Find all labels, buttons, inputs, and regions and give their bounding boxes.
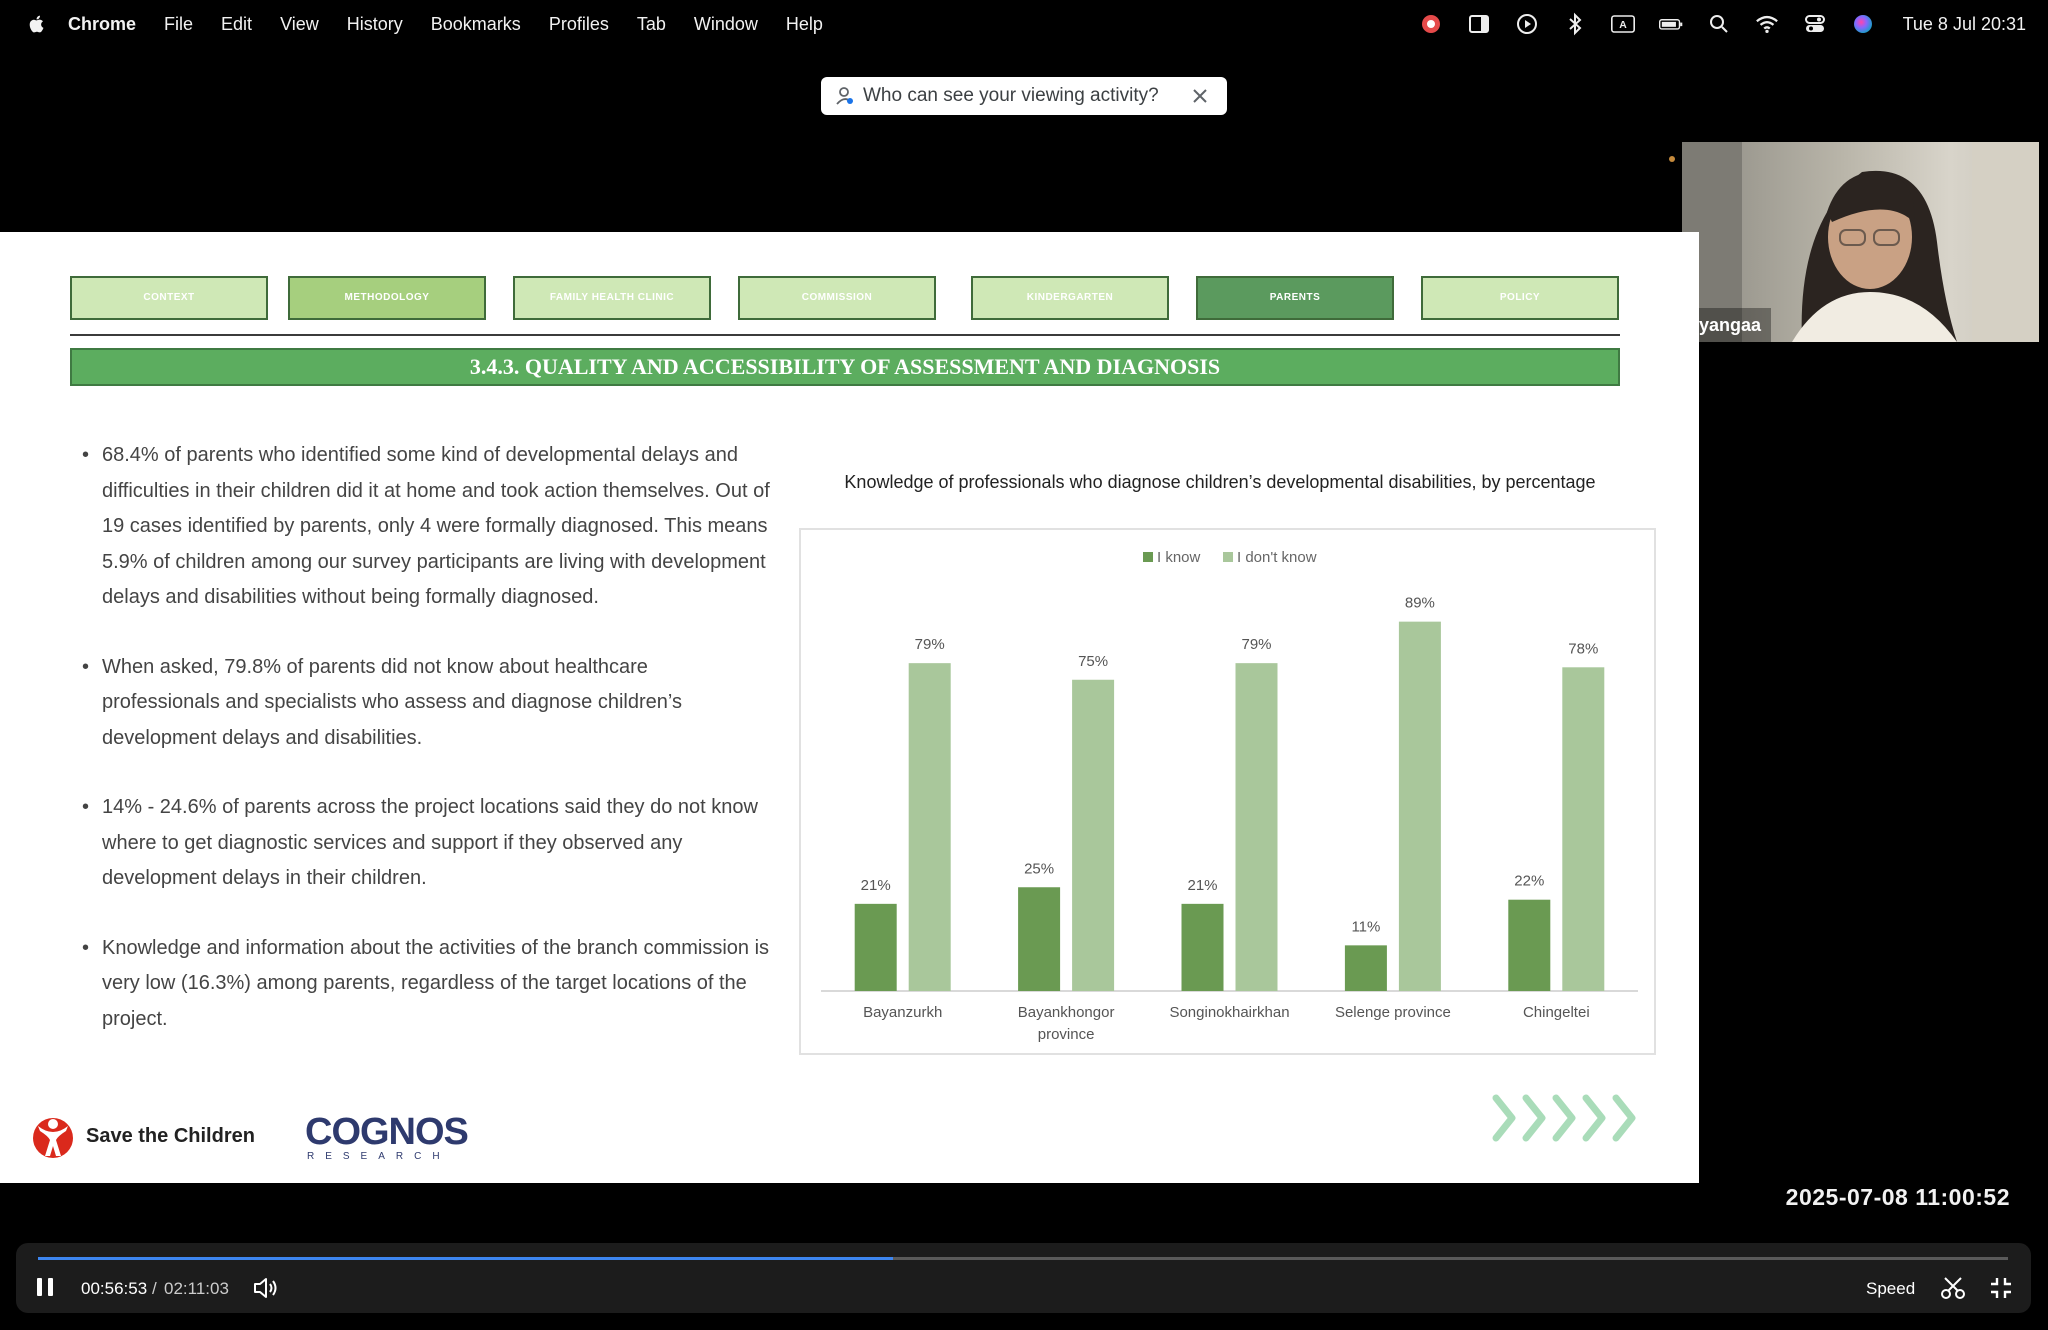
battery-icon[interactable] — [1658, 12, 1683, 36]
bullet-item: When asked, 79.8% of parents did not kno… — [80, 650, 770, 757]
input-source-icon[interactable]: A — [1610, 12, 1635, 36]
tab-methodology[interactable]: METHODOLOGY — [288, 276, 486, 320]
category-label: Bayanzurkh — [863, 1004, 942, 1021]
progress-bar[interactable] — [38, 1257, 2008, 1260]
tab-parents[interactable]: PARENTS — [1196, 276, 1394, 320]
menu-help[interactable]: Help — [786, 14, 823, 35]
cognos-wordmark: COGNOS — [305, 1111, 469, 1153]
slide-nav-tabs: CONTEXT METHODOLOGY FAMILY HEALTH CLINIC… — [0, 276, 1699, 322]
bar — [1398, 621, 1441, 991]
chart-area: I know I don't know 21% 79% Bayanzurkh 25% 75%… — [799, 528, 1656, 1055]
save-the-children-icon — [33, 1118, 73, 1158]
siri-icon[interactable] — [1851, 12, 1875, 36]
chart-title: Knowledge of professionals who diagnose … — [844, 472, 1596, 492]
chevrons-decoration — [1492, 1094, 1636, 1142]
bar — [1508, 899, 1551, 991]
legend-label: I don't know — [1237, 549, 1317, 566]
recording-timestamp: 2025-07-08 11:00:52 — [1785, 1184, 2010, 1210]
progress-fill — [38, 1257, 893, 1260]
close-icon[interactable] — [1191, 87, 1209, 105]
save-the-children-logo: Save the Children — [30, 1112, 255, 1160]
player-controls: 00:56:53 / 02:11:03 Speed — [16, 1243, 2031, 1313]
volume-icon[interactable] — [252, 1275, 280, 1301]
data-label: 25% — [1024, 860, 1054, 877]
section-title: 3.4.3. QUALITY AND ACCESSIBILITY OF ASSE… — [70, 348, 1620, 386]
tab-policy[interactable]: POLICY — [1421, 276, 1619, 320]
legend-label: I know — [1157, 549, 1201, 566]
total-time: 02:11:03 — [164, 1279, 229, 1298]
category-label: province — [1038, 1026, 1095, 1043]
bar — [1344, 945, 1387, 991]
control-center-icon[interactable] — [1803, 12, 1827, 36]
cognos-logo: COGNOS RESEARCH — [305, 1113, 470, 1163]
legend-swatch — [1223, 552, 1233, 562]
menu-tab[interactable]: Tab — [637, 14, 666, 35]
tab-context[interactable]: CONTEXT — [70, 276, 268, 320]
apple-menu-icon[interactable] — [26, 13, 48, 35]
person-icon — [836, 87, 853, 105]
bar — [1235, 663, 1278, 991]
pause-icon[interactable] — [32, 1274, 58, 1300]
data-label: 22% — [1514, 873, 1544, 890]
tab-kindergarten[interactable]: KINDERGARTEN — [971, 276, 1169, 320]
bar — [1562, 667, 1605, 991]
recording-dot — [1669, 156, 1675, 162]
status-area: A Tue 8 Jul 20:31 — [1419, 0, 2026, 48]
webcam-tile[interactable]: Uyangaa — [1682, 142, 2039, 342]
bullet-item: Knowledge and information about the acti… — [80, 931, 770, 1038]
bar — [1181, 903, 1224, 991]
cognos-subtitle: RESEARCH — [307, 1151, 451, 1162]
time-separator: / — [152, 1279, 157, 1298]
menu-bookmarks[interactable]: Bookmarks — [431, 14, 521, 35]
data-label: 79% — [1241, 636, 1271, 653]
category-label: Bayankhongor — [1018, 1004, 1115, 1021]
bullet-item: 68.4% of parents who identified some kin… — [80, 438, 770, 616]
clip-icon[interactable] — [1940, 1275, 1966, 1301]
privacy-notice[interactable]: Who can see your viewing activity? — [821, 77, 1227, 115]
speed-button[interactable]: Speed — [1866, 1279, 1915, 1299]
category-label: Chingeltei — [1523, 1004, 1590, 1021]
menu-file[interactable]: File — [164, 14, 193, 35]
privacy-notice-text[interactable]: Who can see your viewing activity? — [863, 85, 1159, 107]
menu-profiles[interactable]: Profiles — [549, 14, 609, 35]
presentation-slide: CONTEXT METHODOLOGY FAMILY HEALTH CLINIC… — [0, 232, 1699, 1183]
tab-commission[interactable]: COMMISSION — [738, 276, 936, 320]
data-label: 89% — [1405, 595, 1435, 612]
exit-fullscreen-icon[interactable] — [1988, 1275, 2014, 1301]
menu-view[interactable]: View — [280, 14, 319, 35]
data-label: 75% — [1078, 653, 1108, 670]
data-label: 21% — [861, 877, 891, 894]
menu-window[interactable]: Window — [694, 14, 758, 35]
category-label: Selenge province — [1335, 1004, 1451, 1021]
tab-family-health-clinic[interactable]: FAMILY HEALTH CLINIC — [513, 276, 711, 320]
data-label: 78% — [1568, 640, 1598, 657]
category-label: Songinokhairkhan — [1169, 1004, 1289, 1021]
divider — [70, 334, 1620, 336]
bar — [1018, 887, 1061, 991]
menu-edit[interactable]: Edit — [221, 14, 252, 35]
data-label: 11% — [1351, 918, 1380, 935]
bullet-item: 14% - 24.6% of parents across the projec… — [80, 790, 770, 897]
menu-clock[interactable]: Tue 8 Jul 20:31 — [1903, 14, 2026, 35]
menu-app-chrome[interactable]: Chrome — [68, 14, 136, 35]
screen-record-icon[interactable] — [1419, 12, 1443, 36]
bullet-list: 68.4% of parents who identified some kin… — [80, 438, 770, 1071]
sidebar-icon[interactable] — [1467, 12, 1491, 36]
bar — [908, 663, 951, 991]
menu-history[interactable]: History — [347, 14, 403, 35]
bar — [1072, 679, 1115, 991]
bluetooth-icon[interactable] — [1563, 12, 1587, 36]
play-circle-icon[interactable] — [1515, 12, 1539, 36]
wifi-icon[interactable] — [1755, 12, 1779, 36]
input-source-label: A — [1619, 20, 1627, 31]
legend-swatch — [1143, 552, 1153, 562]
bar — [854, 903, 897, 991]
bar-chart: I know I don't know 21% 79% Bayanzurkh 25% 75%… — [821, 549, 1638, 1043]
current-time: 00:56:53 — [81, 1279, 148, 1298]
menu-bar: Chrome File Edit View History Bookmarks … — [0, 0, 2048, 48]
data-label: 79% — [915, 636, 945, 653]
spotlight-search-icon[interactable] — [1707, 12, 1731, 36]
data-label: 21% — [1187, 877, 1217, 894]
save-the-children-text: Save the Children — [86, 1124, 255, 1147]
